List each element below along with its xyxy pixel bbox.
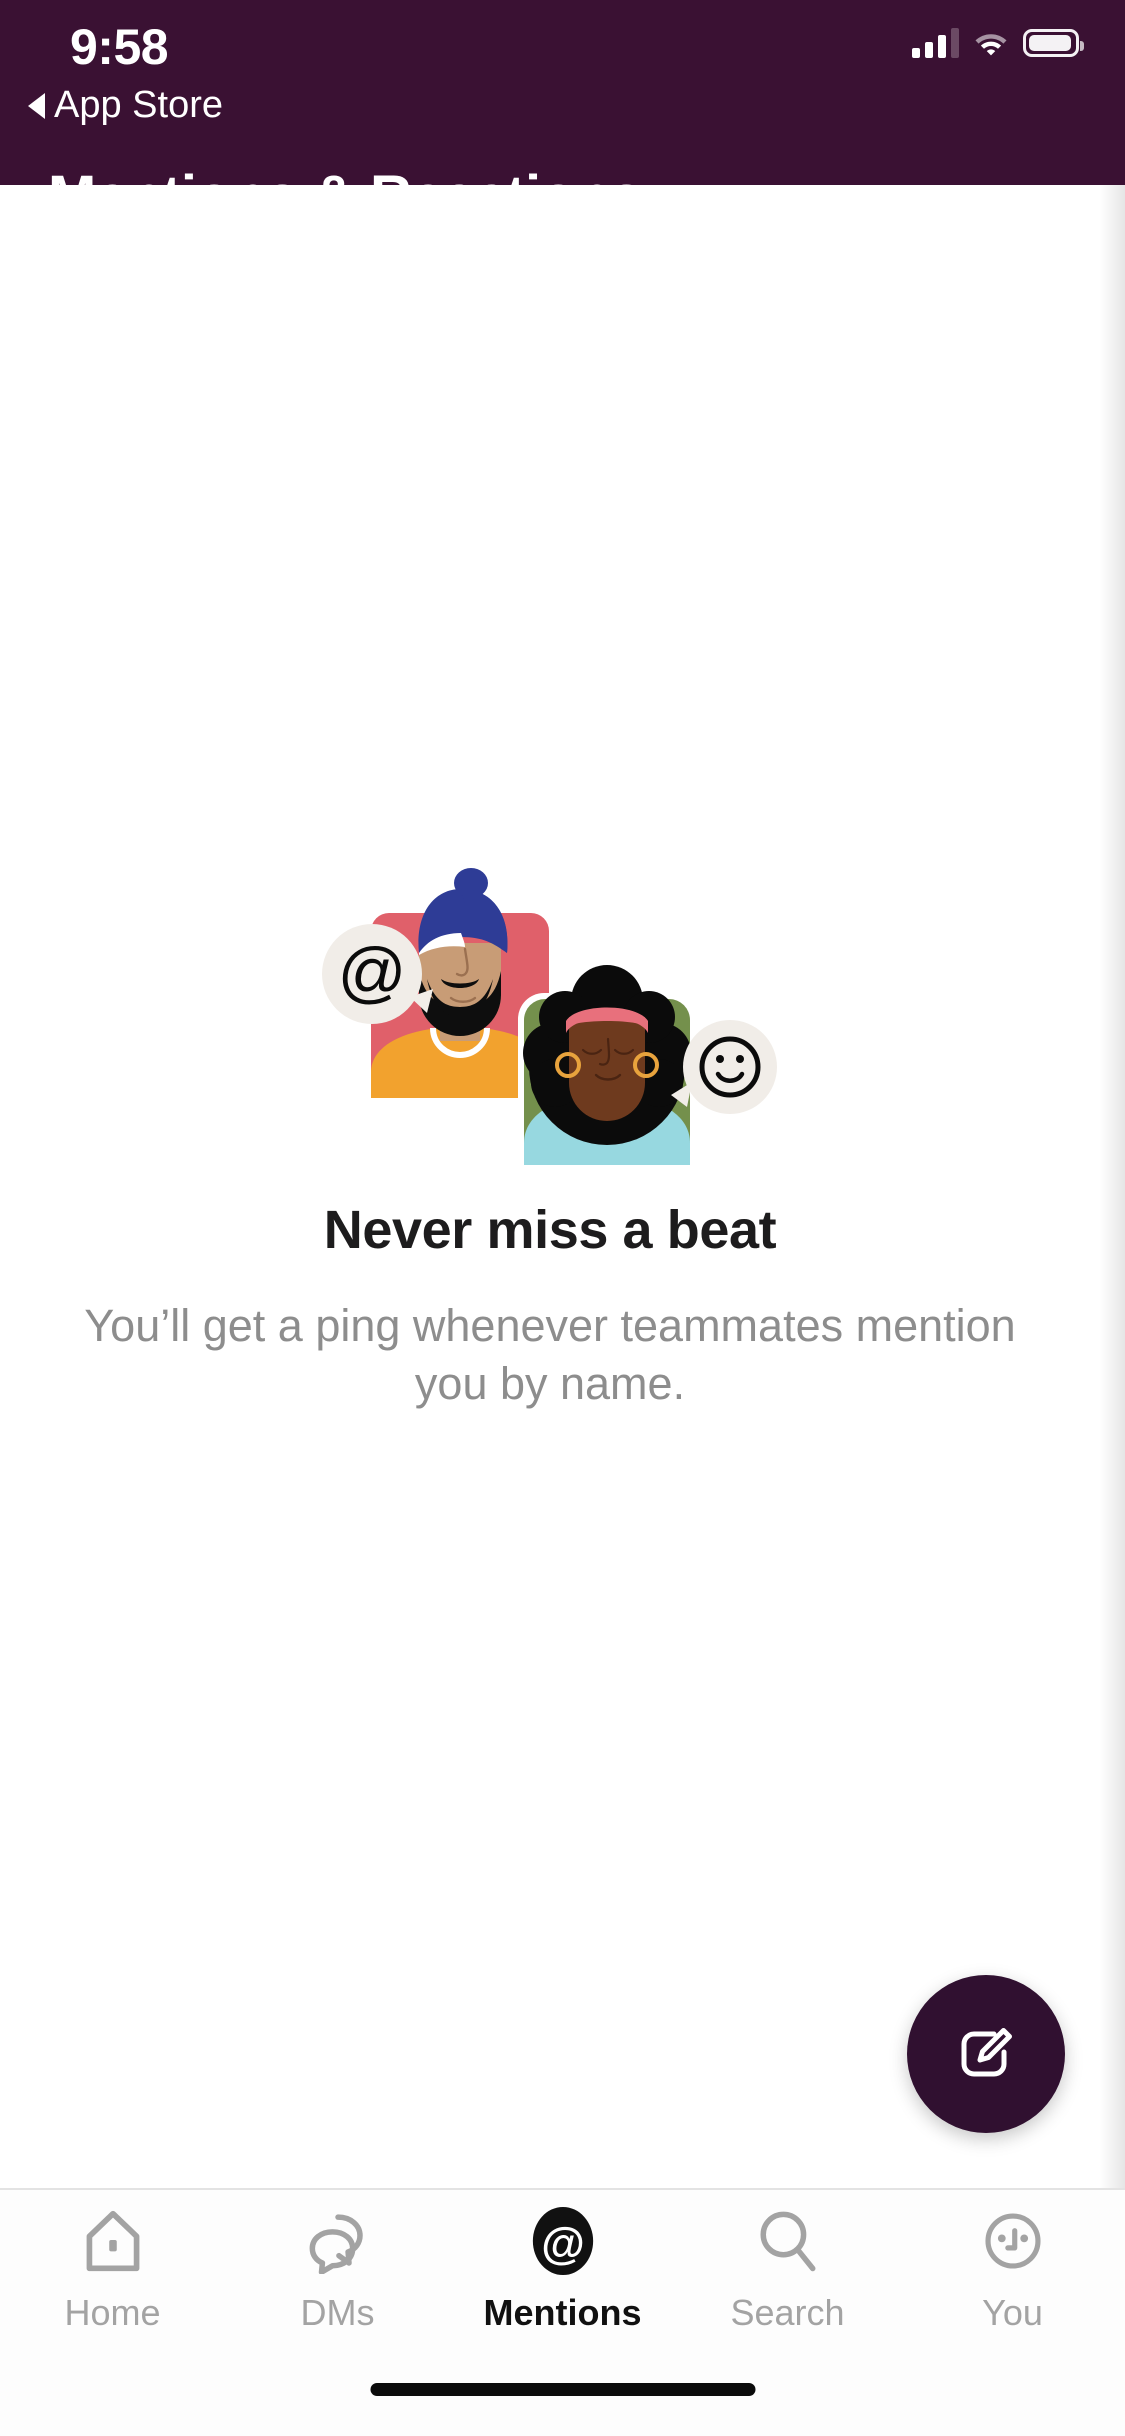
home-icon (80, 2204, 146, 2278)
compose-pencil-icon (961, 2028, 1012, 2077)
tab-label-you: You (982, 2292, 1043, 2333)
svg-text:@: @ (541, 2220, 585, 2269)
empty-state-subtext: You’ll get a ping whenever teammates men… (84, 1300, 1016, 1409)
tab-label-mentions: Mentions (483, 2292, 642, 2333)
navigation-header: 9:58 App Store Mentions & Reactions (0, 0, 1125, 229)
mentions-content-area: @ Never miss a beat You’ll get a ping wh… (0, 185, 1125, 2188)
empty-state-headline: Never miss a beat (323, 1200, 777, 1260)
back-chevron-icon (28, 92, 45, 119)
search-magnifier-icon (755, 2204, 821, 2278)
tab-search[interactable]: Search (675, 2190, 900, 2370)
tab-label-search: Search (730, 2292, 845, 2333)
home-indicator[interactable] (370, 2383, 755, 2396)
wifi-icon (973, 29, 1009, 57)
back-label: App Store (54, 84, 223, 126)
tab-label-dms: DMs (300, 2292, 375, 2333)
mentions-reactions-illustration: @ (315, 867, 785, 1167)
tab-label-home: Home (64, 2292, 161, 2333)
avatar-card-right (518, 965, 696, 1167)
app-screen: 9:58 App Store Mentions & Reactions (0, 0, 1125, 2436)
you-face-icon (982, 2204, 1044, 2278)
at-mention-icon: @ (528, 2204, 598, 2278)
status-bar-clock: 9:58 (70, 19, 169, 75)
bottom-tab-bar: Home DMs @ Mentions Search You (0, 2188, 1125, 2436)
tab-home[interactable]: Home (0, 2190, 225, 2370)
tab-dms[interactable]: DMs (225, 2190, 450, 2370)
status-bar-indicators (912, 28, 1084, 58)
cellular-bars-icon (912, 28, 959, 58)
tab-mentions[interactable]: @ Mentions (450, 2190, 675, 2370)
back-to-app-store-link[interactable]: App Store (28, 84, 223, 127)
svg-text:@: @ (337, 934, 406, 1010)
empty-state: @ Never miss a beat You’ll get a ping wh… (0, 185, 1100, 2188)
battery-icon (1023, 29, 1084, 57)
tab-you[interactable]: You (900, 2190, 1125, 2370)
compose-button[interactable] (907, 1975, 1065, 2133)
dms-speech-bubbles-icon (305, 2204, 371, 2278)
